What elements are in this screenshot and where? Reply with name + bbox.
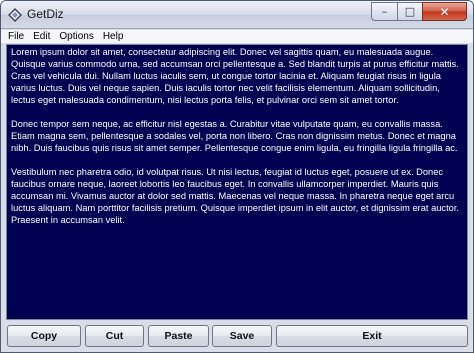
close-button[interactable]: ✕ — [422, 2, 467, 21]
window-title: GetDiz — [27, 7, 64, 21]
title-bar[interactable]: GetDiz – □ ✕ — [1, 1, 473, 29]
menu-options[interactable]: Options — [59, 30, 93, 43]
button-row: Copy Cut Paste Save Exit — [1, 325, 473, 349]
maximize-button[interactable]: □ — [397, 2, 422, 21]
exit-button[interactable]: Exit — [276, 325, 468, 347]
menu-edit[interactable]: Edit — [33, 30, 50, 43]
text-paragraph-1: Lorem ipsum dolor sit amet, consectetur … — [11, 47, 459, 105]
copy-button[interactable]: Copy — [7, 325, 81, 347]
maximize-icon: □ — [404, 5, 416, 18]
minimize-icon: – — [381, 5, 388, 18]
menu-bar: File Edit Options Help — [1, 30, 473, 43]
minimize-button[interactable]: – — [371, 2, 397, 21]
menu-help[interactable]: Help — [103, 30, 124, 43]
text-paragraph-2: Donec tempor sem neque, ac efficitur nis… — [11, 119, 458, 153]
cut-button[interactable]: Cut — [85, 325, 144, 347]
save-button[interactable]: Save — [212, 325, 272, 347]
menu-file[interactable]: File — [8, 30, 24, 43]
text-paragraph-3: Vestibulum nec pharetra odio, id volutpa… — [11, 167, 459, 225]
paste-button[interactable]: Paste — [148, 325, 209, 347]
app-icon — [8, 8, 22, 22]
text-area[interactable]: Lorem ipsum dolor sit amet, consectetur … — [6, 44, 468, 320]
caption-buttons: – □ ✕ — [371, 2, 467, 21]
app-window: GetDiz – □ ✕ File Edit Options Help Lore… — [0, 0, 474, 353]
close-icon: ✕ — [439, 4, 450, 19]
